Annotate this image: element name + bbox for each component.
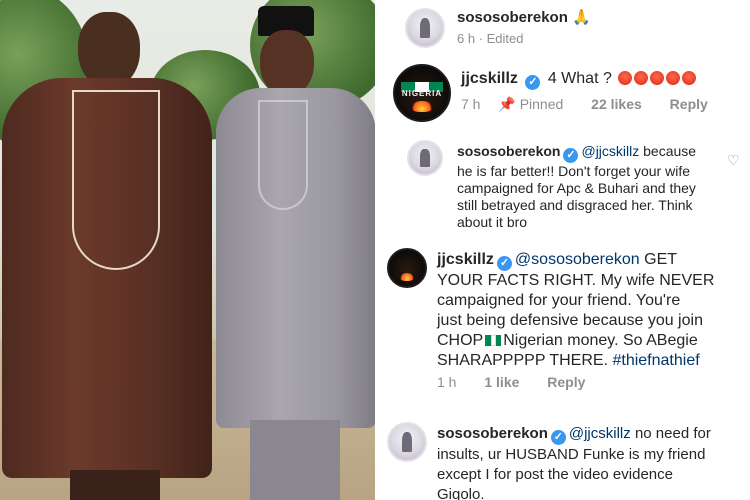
comment-username[interactable]: jjcskillz <box>437 251 494 268</box>
comment-line: still betrayed and disgraced her. Think <box>457 197 693 213</box>
angry-emoji-icon <box>618 70 698 87</box>
comment-line: because <box>643 143 697 159</box>
avatar[interactable] <box>407 140 443 176</box>
avatar[interactable]: NIGERIA <box>393 64 451 122</box>
comment-text: sososoberekon ✓ @jjcskillz no need for ins… <box>437 424 747 500</box>
reply-button[interactable]: Reply <box>670 96 708 112</box>
comment-item: jjcskillz ✓ @sososoberekon GET YOUR FACTS … <box>375 244 750 404</box>
comment-item: sososoberekon 🙏 6 h · Edited <box>375 0 750 56</box>
like-count[interactable]: 1 like <box>484 374 519 390</box>
comment-line: except I for post the video evidence <box>437 466 673 483</box>
pin-icon: 📌 <box>498 96 516 112</box>
fire-icon <box>399 273 415 281</box>
comment-line: campaigned for your friend. You're <box>437 292 681 309</box>
comment-hashtag[interactable]: #thiefnathief <box>612 352 699 369</box>
person-left <box>0 0 220 500</box>
comment-mention[interactable]: @sososoberekon <box>515 251 640 268</box>
comment-line: SHARAPPPPP THERE. <box>437 352 609 369</box>
avatar-text: NIGERIA <box>401 88 443 98</box>
comment-line: campaigned for Apc & Buhari and they <box>457 180 696 196</box>
comment-text: sososoberekon 🙏 <box>457 8 737 27</box>
comment-line: CHOP <box>437 332 484 349</box>
comment-line: he is far better!! Don't forget your wif… <box>457 163 691 179</box>
avatar[interactable] <box>387 248 427 288</box>
pinned-label: Pinned <box>519 96 564 112</box>
avatar[interactable] <box>387 422 427 462</box>
comment-line: GET <box>644 251 678 268</box>
comment-meta: 1 h 1 like Reply <box>437 374 585 390</box>
comment-line: no need for <box>634 425 711 442</box>
comment-line: about it bro <box>457 214 528 230</box>
heart-icon[interactable]: ♡ <box>727 152 740 169</box>
comment-meta: 6 h · Edited <box>457 31 524 46</box>
verified-badge-icon: ✓ <box>525 75 541 90</box>
verified-badge-icon: ✓ <box>496 256 512 271</box>
verified-badge-icon: ✓ <box>563 148 579 163</box>
person-left-legs <box>70 470 160 500</box>
comment-line: YOUR FACTS RIGHT. My wife NEVER <box>437 272 715 289</box>
comment-time[interactable]: 7 h <box>461 96 480 112</box>
comment-username[interactable]: sososoberekon <box>457 9 568 26</box>
comment-username[interactable]: sososoberekon <box>437 425 548 442</box>
person-right-head <box>260 30 314 96</box>
comment-edited: Edited <box>486 31 524 46</box>
pray-emoji-icon: 🙏 <box>572 9 591 26</box>
comment-body: 4 What ? <box>547 70 612 87</box>
verified-badge-icon: ✓ <box>550 430 566 445</box>
avatar[interactable] <box>405 8 445 48</box>
person-right <box>210 0 375 500</box>
comment-username[interactable]: jjcskillz <box>461 70 518 87</box>
fire-icon <box>411 100 433 113</box>
comment-time[interactable]: 1 h <box>437 374 456 390</box>
comment-line: Nigerian money. So ABegie <box>503 332 698 349</box>
comment-username[interactable]: sososoberekon <box>457 143 560 159</box>
comment-line: just being defensive because you join <box>437 312 703 329</box>
comment-item: sososoberekon ✓ @jjcskillz because he is f… <box>375 136 750 240</box>
comment-item: sososoberekon ✓ @jjcskillz no need for ins… <box>375 418 750 500</box>
person-right-legs <box>250 420 340 500</box>
comment-text: sososoberekon ✓ @jjcskillz because he is f… <box>457 143 727 231</box>
comment-mention[interactable]: @jjcskillz <box>569 425 631 442</box>
reply-button[interactable]: Reply <box>547 374 585 390</box>
photo-panel <box>0 0 375 500</box>
comment-item: NIGERIA jjcskillz ✓ 4 What ? 7 h 📌 Pinne… <box>375 62 750 124</box>
comment-text: jjcskillz ✓ 4 What ? <box>461 69 741 90</box>
comment-line: Gigolo. <box>437 486 485 500</box>
comment-text: jjcskillz ✓ @sososoberekon GET YOUR FACTS … <box>437 250 747 371</box>
comment-meta: 7 h 📌 Pinned 22 likes Reply <box>461 96 708 113</box>
nigeria-flag-icon <box>485 332 502 346</box>
comment-mention[interactable]: @jjcskillz <box>581 143 639 159</box>
comments-panel: sososoberekon 🙏 6 h · Edited NIGERIA jjc… <box>375 0 750 500</box>
comment-line: insults, ur HUSBAND Funke is my friend <box>437 446 706 463</box>
person-left-head <box>78 12 140 88</box>
comment-time[interactable]: 6 h <box>457 31 475 46</box>
like-count[interactable]: 22 likes <box>591 96 642 112</box>
robe-embroidery <box>258 100 308 210</box>
robe-embroidery <box>72 90 160 270</box>
